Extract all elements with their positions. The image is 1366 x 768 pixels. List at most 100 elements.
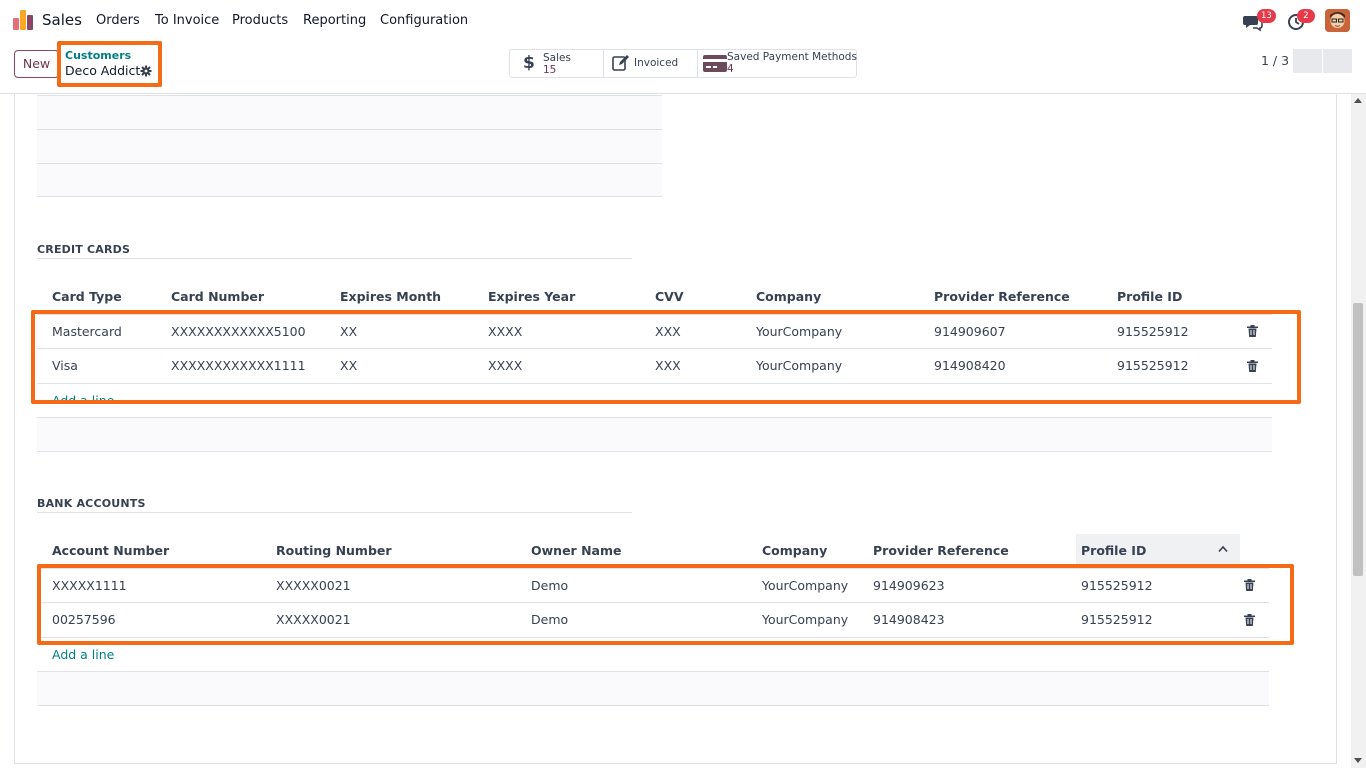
table-cell[interactable]: XXXXX1111 xyxy=(52,578,127,593)
table-cell[interactable]: Demo xyxy=(531,578,568,593)
saved-payment-methods-value: 4 xyxy=(727,63,734,75)
menu-orders[interactable]: Orders xyxy=(96,13,140,28)
table-cell[interactable]: XXXXX0021 xyxy=(276,612,351,627)
column-header-routing-number[interactable]: Routing Number xyxy=(276,543,392,558)
top-navbar: Sales Orders To Invoice Products Reporti… xyxy=(0,0,1366,40)
column-header-provider-reference[interactable]: Provider Reference xyxy=(873,543,1009,558)
column-header-profile-id[interactable]: Profile ID xyxy=(1117,289,1182,304)
bank-accounts-section-title: BANK ACCOUNTS xyxy=(37,497,146,510)
table-cell[interactable]: XXX xyxy=(655,324,681,339)
credit-card-icon xyxy=(703,55,727,72)
table-row-divider xyxy=(37,383,1272,384)
table-cell[interactable]: XXXXXXXXXXXX5100 xyxy=(171,324,306,339)
messages-count-badge: 13 xyxy=(1257,9,1276,23)
pager-previous-button[interactable] xyxy=(1293,49,1322,73)
saved-payment-methods-label: Saved Payment Methods xyxy=(727,51,857,63)
sort-ascending-caret-icon[interactable] xyxy=(1218,545,1228,553)
column-header-company[interactable]: Company xyxy=(756,289,821,304)
table-cell[interactable]: XXX xyxy=(655,358,681,373)
pager-value[interactable]: 1 / 3 xyxy=(1261,53,1289,68)
table-cell[interactable]: 914909607 xyxy=(934,324,1006,339)
column-header-provider-reference[interactable]: Provider Reference xyxy=(934,289,1070,304)
table-cell[interactable]: YourCompany xyxy=(756,358,842,373)
table-row-divider xyxy=(37,348,1272,349)
table-cell[interactable]: XXXXX0021 xyxy=(276,578,351,593)
column-header-card-type[interactable]: Card Type xyxy=(52,289,122,304)
column-header-profile-id[interactable]: Profile ID xyxy=(1081,543,1146,558)
table-cell[interactable]: 914908420 xyxy=(934,358,1006,373)
bank-accounts-add-line-link[interactable]: Add a line xyxy=(52,647,114,662)
scroll-up-arrow-icon[interactable] xyxy=(1354,98,1362,103)
table-cell[interactable]: YourCompany xyxy=(762,578,848,593)
table-cell[interactable]: 915525912 xyxy=(1081,578,1153,593)
user-avatar[interactable] xyxy=(1325,9,1350,32)
form-sheet-bottom-edge xyxy=(14,763,1337,764)
column-header-expires-month[interactable]: Expires Month xyxy=(340,289,441,304)
column-header-owner-name[interactable]: Owner Name xyxy=(531,543,621,558)
delete-row-trash-icon[interactable] xyxy=(1244,614,1255,626)
table-cell[interactable]: XX xyxy=(340,324,357,339)
table-row-divider xyxy=(37,637,1269,638)
column-header-card-number[interactable]: Card Number xyxy=(171,289,264,304)
credit-cards-add-line-link[interactable]: Add a line xyxy=(52,393,114,402)
scroll-down-arrow-icon[interactable] xyxy=(1354,758,1362,763)
breadcrumb-current-record: Deco Addict xyxy=(65,63,141,78)
column-header-company[interactable]: Company xyxy=(762,543,827,558)
table-cell[interactable]: 915525912 xyxy=(1117,358,1189,373)
table-cell[interactable]: 915525912 xyxy=(1081,612,1153,627)
sales-smart-button[interactable]: $ Sales 15 xyxy=(510,50,604,77)
menu-reporting[interactable]: Reporting xyxy=(303,13,366,28)
menu-products[interactable]: Products xyxy=(232,13,288,28)
table-row-divider xyxy=(37,602,1269,603)
saved-payment-methods-smart-button[interactable]: Saved Payment Methods 4 xyxy=(698,50,857,77)
sales-stat-label: Sales xyxy=(543,52,571,64)
table-cell[interactable]: Mastercard xyxy=(52,324,122,339)
table-cell[interactable]: YourCompany xyxy=(762,612,848,627)
blank-list-row xyxy=(37,418,1272,452)
menu-to-invoice[interactable]: To Invoice xyxy=(155,13,219,28)
dollar-icon: $ xyxy=(523,53,535,73)
column-header-account-number[interactable]: Account Number xyxy=(52,543,169,558)
sales-app-logo-icon[interactable] xyxy=(13,10,34,30)
blank-list-row xyxy=(37,672,1269,706)
table-cell[interactable]: YourCompany xyxy=(756,324,842,339)
table-cell[interactable]: 00257596 xyxy=(52,612,116,627)
pager-next-button[interactable] xyxy=(1323,49,1352,73)
column-header-expires-year[interactable]: Expires Year xyxy=(488,289,575,304)
invoiced-smart-button[interactable]: Invoiced xyxy=(604,50,698,77)
section-divider xyxy=(37,512,632,513)
blank-list-row xyxy=(37,129,662,163)
app-name[interactable]: Sales xyxy=(42,11,82,29)
table-cell[interactable]: 914909623 xyxy=(873,578,945,593)
table-cell[interactable]: 915525912 xyxy=(1117,324,1189,339)
form-sheet-right-edge xyxy=(1336,94,1337,764)
column-header-cvv[interactable]: CVV xyxy=(655,289,684,304)
table-cell[interactable]: 914908423 xyxy=(873,612,945,627)
delete-row-trash-icon[interactable] xyxy=(1247,360,1258,372)
gear-icon[interactable] xyxy=(140,65,152,77)
table-header-divider xyxy=(37,568,1269,569)
blank-list-row xyxy=(37,95,662,129)
scrollbar-thumb[interactable] xyxy=(1353,303,1363,576)
bank-accounts-rows-highlight-box xyxy=(37,564,1294,645)
form-sheet-left-edge xyxy=(14,94,15,764)
credit-cards-section-title: CREDIT CARDS xyxy=(37,243,131,256)
table-cell[interactable]: XX xyxy=(340,358,357,373)
smart-buttons: $ Sales 15 Invoiced Saved Payment Method… xyxy=(509,49,857,78)
sales-stat-value: 15 xyxy=(543,64,557,76)
delete-row-trash-icon[interactable] xyxy=(1244,579,1255,591)
table-cell[interactable]: XXXXXXXXXXXX1111 xyxy=(171,358,306,373)
edit-invoice-icon xyxy=(612,55,629,71)
control-panel: New Customers Deco Addict $ Sales 15 Inv… xyxy=(0,40,1366,94)
activities-count-badge: 2 xyxy=(1297,9,1315,23)
new-button[interactable]: New xyxy=(14,50,59,78)
table-cell[interactable]: XXXX xyxy=(488,324,522,339)
breadcrumb-customers[interactable]: Customers xyxy=(65,49,131,62)
invoiced-stat-label: Invoiced xyxy=(634,57,679,69)
table-cell[interactable]: XXXX xyxy=(488,358,522,373)
delete-row-trash-icon[interactable] xyxy=(1247,325,1258,337)
table-cell[interactable]: Visa xyxy=(52,358,78,373)
blank-list-row xyxy=(37,163,662,197)
table-cell[interactable]: Demo xyxy=(531,612,568,627)
menu-configuration[interactable]: Configuration xyxy=(380,13,468,28)
